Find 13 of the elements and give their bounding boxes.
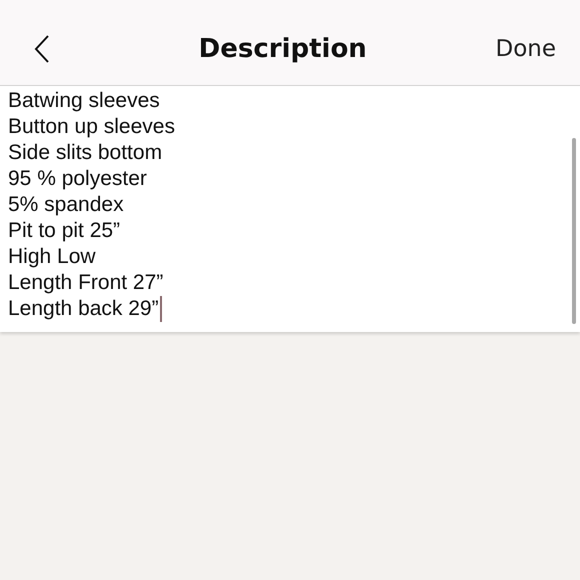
- text-line: Pit to pit 25”: [8, 218, 120, 244]
- text-line: High Low: [8, 244, 96, 270]
- done-button[interactable]: Done: [495, 36, 556, 62]
- page-title: Description: [198, 34, 368, 64]
- description-text-area[interactable]: Batwing sleeves Button up sleeves Side slits bottom 95 % polyester 5% spandex Pit to pit 25” High Low Length Front 27” Length back 29”: [0, 86, 580, 332]
- text-line: Length Front 27”: [8, 270, 164, 296]
- back-chevron-icon[interactable]: [34, 34, 50, 62]
- text-line: Button up sleeves: [8, 114, 175, 140]
- text-line: Length back 29”: [8, 296, 159, 322]
- text-line: Batwing sleeves: [8, 88, 160, 114]
- text-line: 95 % polyester: [8, 166, 147, 192]
- text-line: 5% spandex: [8, 192, 124, 218]
- text-line: Side slits bottom: [8, 140, 162, 166]
